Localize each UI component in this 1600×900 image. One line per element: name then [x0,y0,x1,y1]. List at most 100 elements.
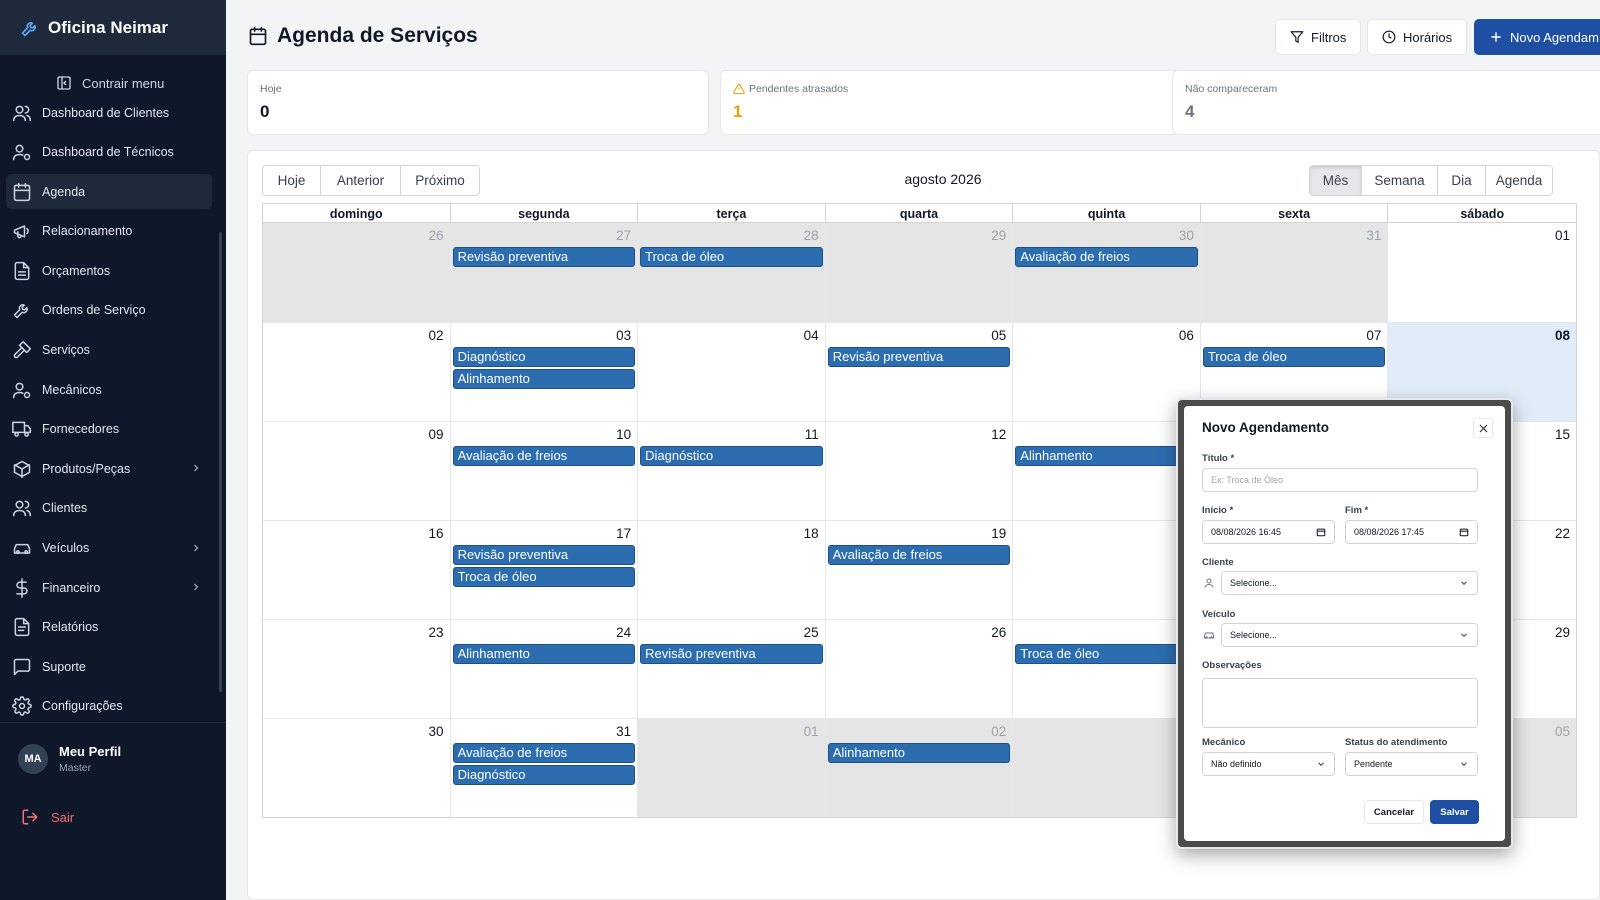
day-cell[interactable]: 02 [263,323,451,421]
day-number[interactable]: 23 [265,624,448,642]
sidebar-item-servicos[interactable]: Serviços [6,333,212,368]
calendar-event[interactable]: Alinhamento [452,644,636,664]
day-cell[interactable]: 24 Alinhamento [451,620,639,718]
hours-button[interactable]: Horários [1367,19,1468,55]
day-cell[interactable]: 30 [263,719,451,817]
calendar-event[interactable]: Troca de óleo [1202,347,1386,367]
day-cell[interactable]: 27 Troca de óleo [1013,620,1201,718]
profile-link[interactable]: MA Meu Perfil Master [18,744,121,774]
day-cell[interactable]: 16 [263,521,451,619]
calendar-event[interactable]: Revisão preventiva [640,644,823,664]
day-cell[interactable]: 28 Troca de óleo [638,223,826,322]
calendar-event[interactable]: Troca de óleo [1015,644,1198,664]
day-number[interactable]: 01 [1390,227,1574,245]
day-number[interactable]: 18 [640,525,823,543]
day-cell[interactable]: 01 [638,719,826,817]
day-number[interactable]: 27 [1015,624,1198,642]
calendar-event[interactable]: Troca de óleo [640,247,823,267]
filters-button[interactable]: Filtros [1275,19,1362,55]
calendar-event[interactable]: Diagnóstico [452,765,636,785]
sidebar-item-veiculos[interactable]: Veículos [6,531,212,566]
day-number[interactable]: 24 [453,624,636,642]
day-number[interactable]: 12 [828,426,1011,444]
day-cell[interactable]: 11 Diagnóstico [638,422,826,520]
view-day-button[interactable]: Dia [1438,166,1486,195]
sidebar-item-relacionamento[interactable]: Relacionamento [6,214,212,249]
day-cell[interactable]: 18 [638,521,826,619]
day-number[interactable]: 09 [265,426,448,444]
day-number[interactable]: 30 [265,723,448,741]
day-cell[interactable]: 12 [826,422,1014,520]
day-number[interactable]: 19 [828,525,1011,543]
calendar-event[interactable]: Diagnóstico [452,347,636,367]
today-button[interactable]: Hoje [263,166,321,195]
calendar-event[interactable]: Revisão preventiva [827,347,1011,367]
day-cell[interactable]: 26 [263,223,451,322]
calendar-picker-icon[interactable] [1459,527,1469,537]
day-cell[interactable]: 13 Alinhamento [1013,422,1201,520]
day-cell[interactable]: 23 [263,620,451,718]
day-number[interactable]: 02 [265,327,448,345]
day-number[interactable]: 29 [828,227,1011,245]
calendar-event[interactable]: Diagnóstico [640,446,823,466]
save-button[interactable]: Salvar [1430,800,1479,824]
close-button[interactable] [1473,418,1493,438]
previous-button[interactable]: Anterior [321,166,401,195]
view-month-button[interactable]: Mês [1310,166,1362,195]
day-number[interactable]: 28 [640,227,823,245]
day-number[interactable]: 03 [1015,723,1198,741]
sidebar-item-produtos-pecas[interactable]: Produtos/Peças [6,451,212,486]
day-cell[interactable]: 03 Diagnóstico Alinhamento [451,323,639,421]
status-select[interactable]: Pendente [1345,752,1478,776]
mechanic-select[interactable]: Não definido [1202,752,1335,776]
day-cell[interactable]: 27 Revisão preventiva [450,223,639,322]
day-number[interactable]: 08 [1390,327,1574,345]
sidebar-item-dashboard-de-tecnicos[interactable]: Dashboard de Técnicos [6,135,212,170]
sidebar-item-dashboard-de-clientes[interactable]: Dashboard de Clientes [6,95,212,130]
view-week-button[interactable]: Semana [1362,166,1438,195]
start-datetime-input[interactable]: 08/08/2026 16:45 [1202,520,1335,544]
day-cell[interactable]: 31 [1200,223,1389,322]
notes-textarea[interactable] [1202,678,1478,728]
day-number[interactable]: 10 [453,426,636,444]
day-number[interactable]: 27 [453,227,636,245]
next-button[interactable]: Próximo [401,166,479,195]
day-number[interactable]: 26 [828,624,1011,642]
view-agenda-button[interactable]: Agenda [1486,166,1552,195]
new-appointment-button[interactable]: Novo Agendamento [1474,19,1600,55]
sidebar-item-agenda[interactable]: Agenda [6,174,212,210]
logout-button[interactable]: Sair [20,808,74,826]
sidebar-item-fornecedores[interactable]: Fornecedores [6,412,212,447]
day-number[interactable]: 07 [1203,327,1386,345]
day-cell[interactable]: 05 Revisão preventiva [826,323,1014,421]
day-number[interactable]: 20 [1015,525,1198,543]
day-number[interactable]: 25 [640,624,823,642]
title-input[interactable]: Ex: Troca de Óleo [1202,468,1478,492]
sidebar-item-mecanicos[interactable]: Mecânicos [6,372,212,407]
day-number[interactable]: 11 [640,426,823,444]
vehicle-select[interactable]: Selecione... [1221,623,1478,647]
sidebar-item-ordens-de-servico[interactable]: Ordens de Serviço [6,293,212,328]
day-number[interactable]: 05 [828,327,1011,345]
day-number[interactable]: 31 [1203,227,1386,245]
day-number[interactable]: 31 [453,723,636,741]
day-cell[interactable]: 19 Avaliação de freios [826,521,1014,619]
day-number[interactable]: 06 [1015,327,1198,345]
day-cell[interactable]: 02 Alinhamento [825,719,1014,817]
end-datetime-input[interactable]: 08/08/2026 17:45 [1345,520,1478,544]
day-cell[interactable]: 01 [1388,223,1576,322]
calendar-event[interactable]: Alinhamento [1015,446,1198,466]
day-cell[interactable]: 30 Avaliação de freios [1013,223,1201,322]
calendar-event[interactable]: Avaliação de freios [452,446,636,466]
calendar-event[interactable]: Revisão preventiva [452,247,636,267]
day-cell[interactable]: 26 [826,620,1014,718]
client-select[interactable]: Selecione... [1221,571,1478,595]
day-number[interactable]: 01 [640,723,823,741]
sidebar-item-orcamentos[interactable]: Orçamentos [6,253,212,288]
day-cell[interactable]: 10 Avaliação de freios [451,422,639,520]
sidebar-item-clientes[interactable]: Clientes [6,491,212,526]
day-cell[interactable]: 20 [1013,521,1201,619]
day-cell[interactable]: 03 [1013,719,1201,817]
calendar-picker-icon[interactable] [1316,527,1326,537]
sidebar-scrollbar[interactable] [219,232,222,692]
